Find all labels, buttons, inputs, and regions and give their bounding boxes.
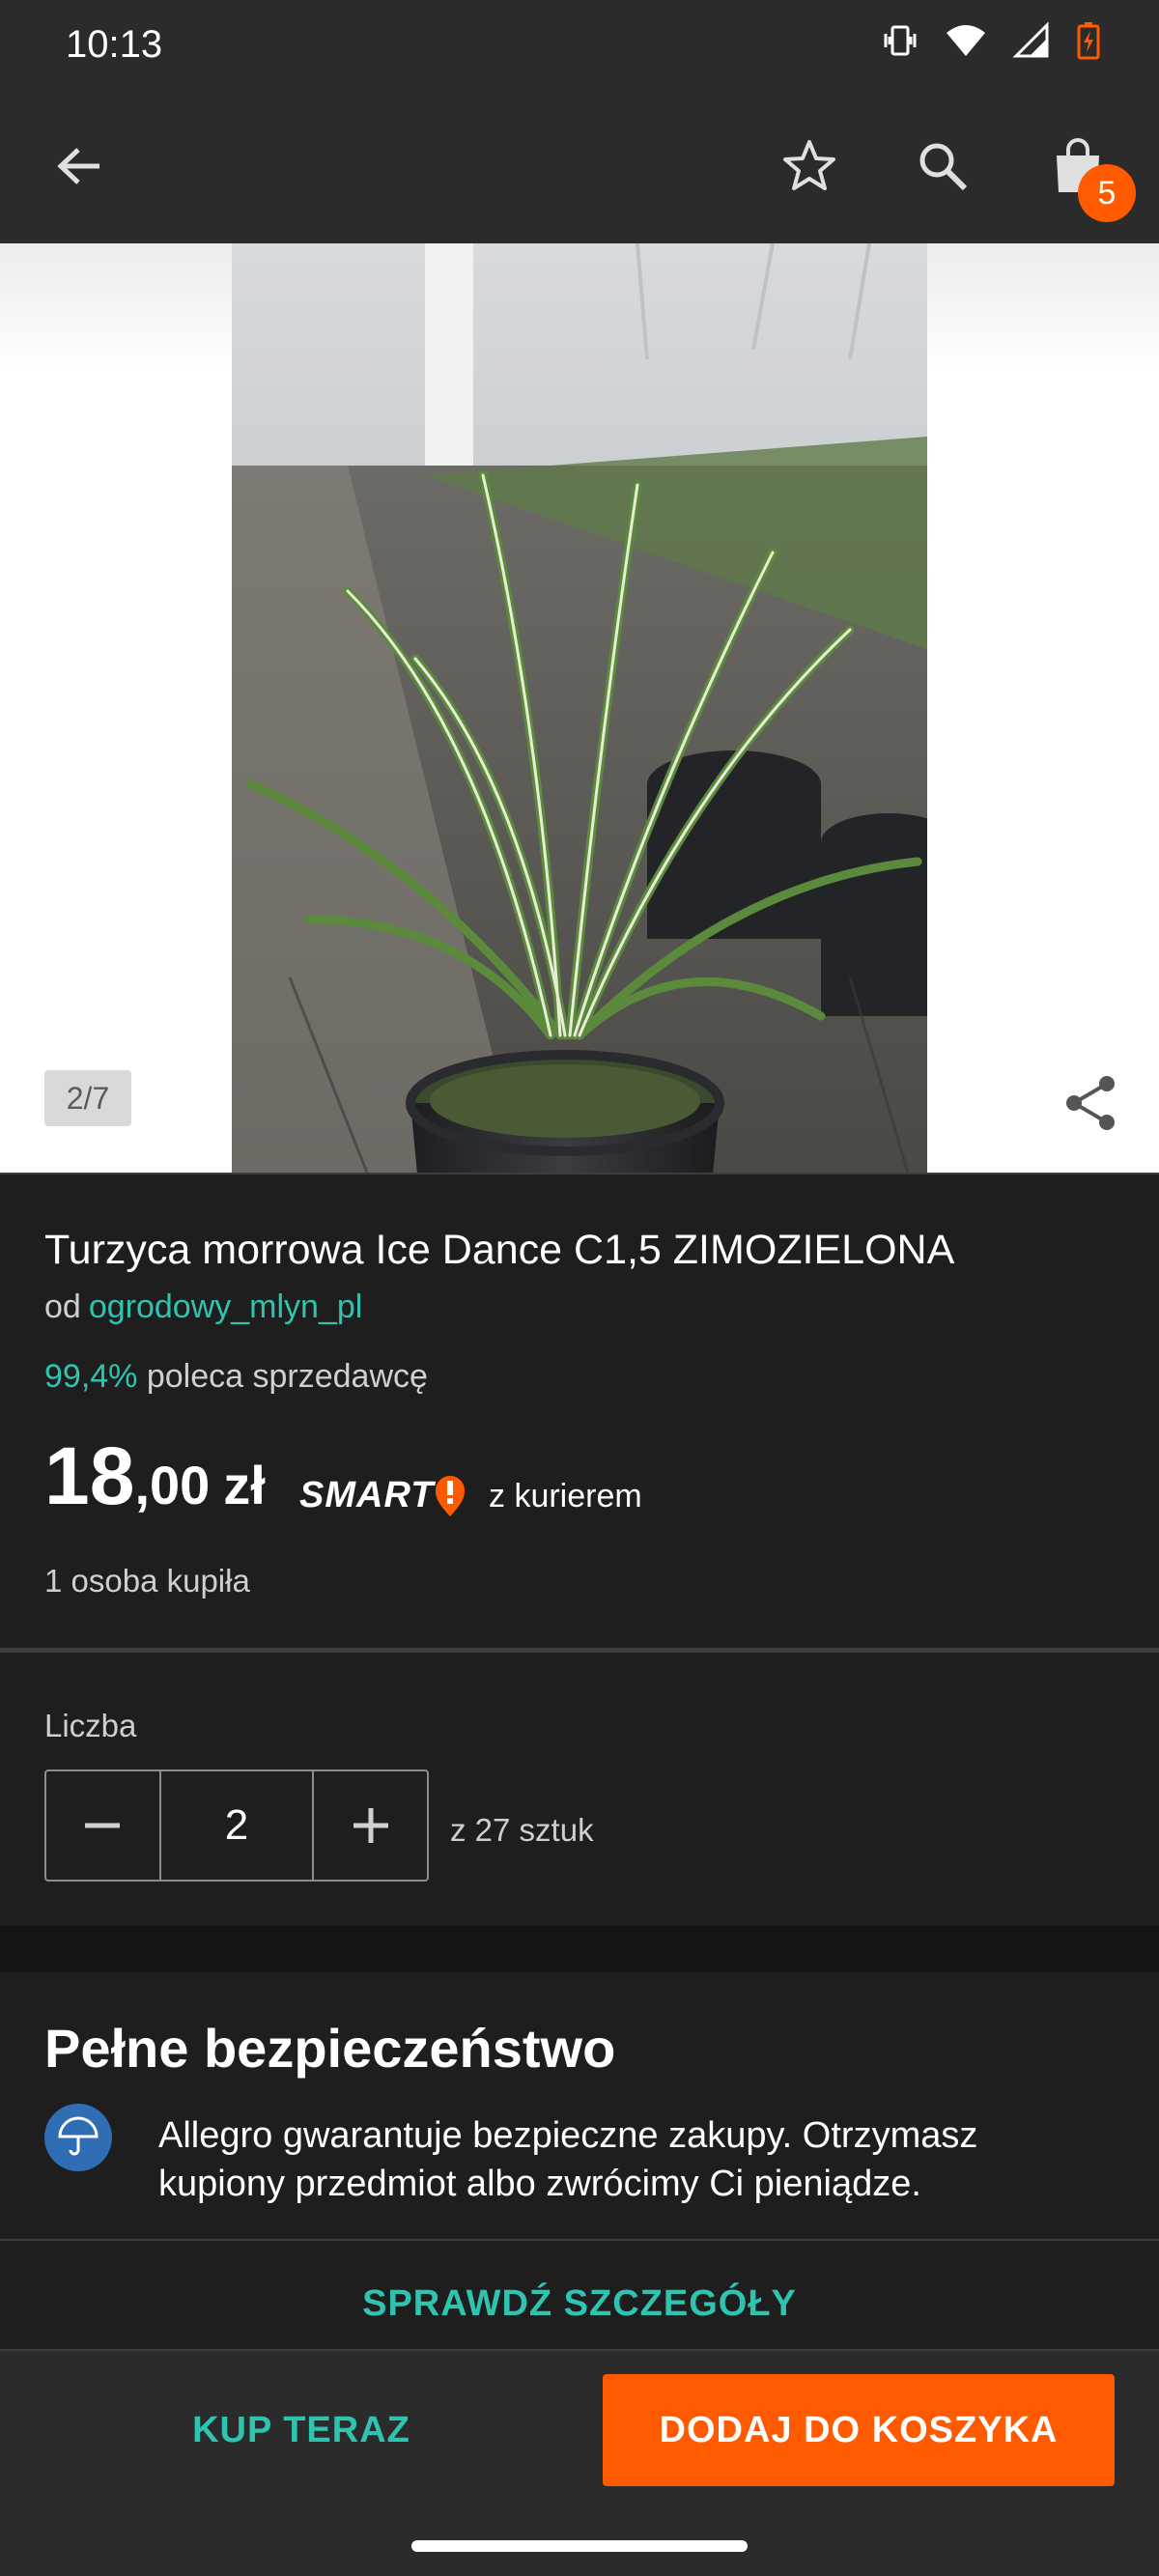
search-icon[interactable] — [904, 127, 981, 205]
smart-exclamation-icon — [436, 1476, 466, 1516]
status-icons — [881, 21, 1101, 60]
check-details-link[interactable]: SPRAWDŹ SZCZEGÓŁY — [0, 2283, 1159, 2325]
section-separator — [0, 1926, 1159, 1972]
divider — [0, 2239, 1159, 2241]
bought-count: 1 osoba kupiła — [44, 1563, 250, 1599]
seller-link[interactable]: ogrodowy_mlyn_pl — [89, 1288, 363, 1325]
quantity-input[interactable]: 2 — [158, 1771, 315, 1880]
signal-icon — [1012, 21, 1051, 60]
delivery-text: z kurierem — [489, 1478, 642, 1514]
price-integer: 18 — [44, 1430, 135, 1521]
rating-text: poleca sprzedawcę — [146, 1358, 428, 1395]
back-arrow-icon[interactable] — [41, 127, 118, 205]
battery-icon — [1076, 21, 1101, 60]
gallery-counter: 2/7 — [44, 1070, 131, 1126]
product-photo[interactable] — [232, 243, 927, 1173]
status-time: 10:13 — [66, 23, 163, 66]
smart-badge[interactable]: SMART — [299, 1474, 466, 1516]
quantity-available: z 27 sztuk — [450, 1812, 594, 1848]
system-nav-bar — [0, 2513, 1159, 2576]
product-title: Turzyca morrowa Ice Dance C1,5 ZIMOZIELO… — [44, 1227, 955, 1273]
quantity-stepper[interactable]: 2 — [44, 1769, 429, 1882]
minus-icon — [85, 1823, 121, 1828]
rating-value: 99,4% — [44, 1358, 138, 1395]
divider — [0, 1173, 1159, 1175]
plus-icon — [353, 1808, 388, 1843]
app-bar — [0, 93, 1159, 243]
decrease-button[interactable] — [46, 1771, 159, 1880]
status-bar: 10:13 — [0, 0, 1159, 93]
price: 18,00 zł — [44, 1430, 266, 1523]
umbrella-icon — [44, 2104, 112, 2171]
security-title: Pełne bezpieczeństwo — [44, 2018, 616, 2079]
price-decimal: ,00 — [134, 1455, 211, 1515]
share-icon[interactable] — [1060, 1072, 1122, 1134]
divider — [0, 1648, 1159, 1653]
wifi-icon — [945, 21, 987, 60]
cart-count-badge[interactable]: 5 — [1078, 164, 1136, 222]
quantity-label: Liczba — [44, 1708, 137, 1743]
seller-rating[interactable]: 99,4% poleca sprzedawcę — [44, 1358, 428, 1396]
seller-prefix: od — [44, 1288, 81, 1325]
smart-label: SMART — [299, 1474, 435, 1515]
increase-button[interactable] — [314, 1771, 427, 1880]
star-icon[interactable] — [771, 127, 848, 205]
seller-line: od ogrodowy_mlyn_pl — [44, 1288, 362, 1326]
security-text: Allegro gwarantuje bezpieczne zakupy. Ot… — [158, 2115, 978, 2204]
buy-now-button[interactable]: KUP TERAZ — [44, 2374, 558, 2486]
home-gesture-bar[interactable] — [411, 2540, 748, 2552]
action-bar: KUP TERAZ DODAJ DO KOSZYKA — [0, 2349, 1159, 2513]
product-gallery[interactable]: 2/7 — [0, 243, 1159, 1173]
vibrate-icon — [881, 21, 919, 60]
price-currency: zł — [223, 1455, 266, 1515]
add-to-cart-button[interactable]: DODAJ DO KOSZYKA — [603, 2374, 1115, 2486]
